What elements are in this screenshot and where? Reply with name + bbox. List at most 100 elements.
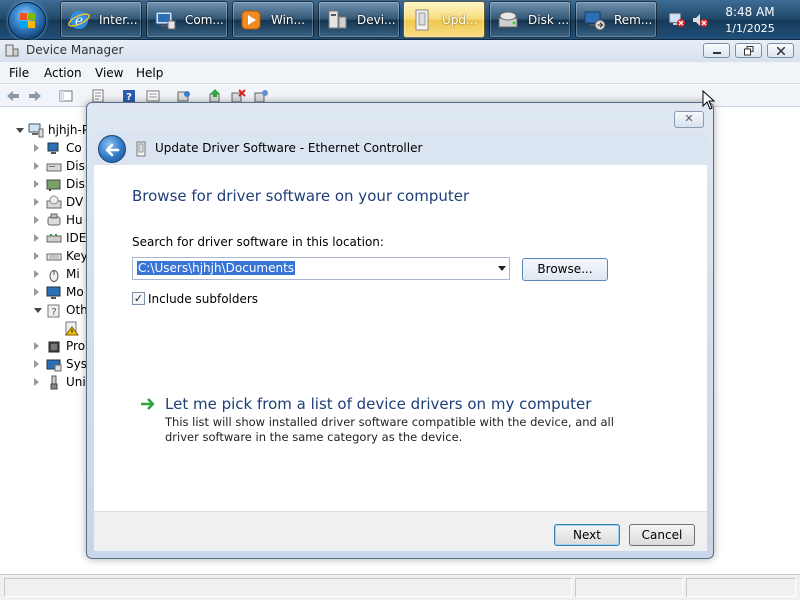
mouse-icon <box>49 270 59 282</box>
taskbar-button-computer-management[interactable]: Com... <box>146 1 228 38</box>
expand-arrow-icon[interactable] <box>34 180 39 188</box>
taskbar-button-internet-explorer[interactable]: e Inter... <box>60 1 142 38</box>
taskbar-label: Inter... <box>99 13 138 27</box>
browse-button[interactable]: Browse... <box>522 258 608 281</box>
taskbar-button-disk-management[interactable]: Disk ... <box>489 1 571 38</box>
dialog-close-button[interactable]: ✕ <box>674 111 704 128</box>
keyboard-icon <box>46 253 62 261</box>
volume-muted-icon[interactable] <box>692 12 708 28</box>
chevron-down-icon[interactable] <box>498 266 506 271</box>
collapse-arrow-icon[interactable] <box>34 308 42 317</box>
search-location-label: Search for driver software in this locat… <box>132 235 384 249</box>
green-arrow-icon[interactable] <box>140 397 156 411</box>
taskbar-button-device-manager[interactable]: Devi... <box>318 1 400 38</box>
monitor-icon <box>46 286 61 299</box>
tree-item-label: Dis <box>66 159 85 173</box>
pick-from-list-description: This list will show installed driver sof… <box>165 415 614 444</box>
internet-explorer-icon: e <box>68 11 90 29</box>
clock-date[interactable]: 1/1/2025 <box>722 22 778 35</box>
tree-item-label: Mo <box>66 285 84 299</box>
taskbar-label: Upd... <box>442 13 478 27</box>
menu-help[interactable]: Help <box>136 66 163 80</box>
device-manager-icon <box>328 10 347 29</box>
windows-logo-icon <box>20 13 36 29</box>
expand-arrow-icon[interactable] <box>34 288 39 296</box>
next-button[interactable]: Next <box>554 524 620 546</box>
unknown-device-warning-icon <box>65 321 79 336</box>
expand-arrow-icon[interactable] <box>34 162 39 170</box>
status-pane-main <box>4 578 572 597</box>
expand-arrow-icon[interactable] <box>34 198 39 206</box>
minimize-button[interactable] <box>703 43 730 58</box>
dialog-header: Update Driver Software - Ethernet Contro… <box>94 133 707 165</box>
taskbar-label: Disk ... <box>528 13 570 27</box>
network-disconnected-icon[interactable] <box>669 12 685 28</box>
tree-item-label: Dis <box>66 177 85 191</box>
dialog-title: Update Driver Software - Ethernet Contro… <box>155 141 423 155</box>
tree-item-label: Key <box>66 249 88 263</box>
other-devices-icon: ? <box>47 304 60 318</box>
update-driver-icon <box>415 9 429 31</box>
menu-bar: File Action View Help <box>0 62 800 84</box>
taskbar-button-windows-media-player[interactable]: Win... <box>232 1 314 38</box>
processor-icon <box>48 341 60 353</box>
restore-button[interactable] <box>735 43 762 58</box>
clock-time[interactable]: 8:48 AM <box>722 5 778 19</box>
status-pane-2 <box>575 578 683 597</box>
restore-icon <box>744 46 754 56</box>
taskbar-button-update-driver[interactable]: Upd... <box>403 1 485 38</box>
device-manager-icon <box>5 44 19 57</box>
usb-controller-icon <box>50 375 58 390</box>
menu-view[interactable]: View <box>95 66 123 80</box>
svg-text:?: ? <box>51 307 56 318</box>
expand-arrow-icon[interactable] <box>34 144 39 152</box>
include-subfolders-checkbox[interactable]: ✓ <box>132 292 145 305</box>
expand-arrow-icon[interactable] <box>34 378 39 386</box>
computer-icon <box>28 123 44 138</box>
include-subfolders-label[interactable]: Include subfolders <box>148 292 258 306</box>
minimize-icon <box>713 52 721 54</box>
computer-icon <box>47 142 59 154</box>
pick-from-list-link[interactable]: Let me pick from a list of device driver… <box>165 395 591 413</box>
back-icon[interactable] <box>5 88 21 104</box>
device-icon <box>136 141 146 157</box>
window-close-button[interactable] <box>767 43 794 58</box>
menu-file[interactable]: File <box>9 66 29 80</box>
back-button[interactable] <box>98 135 126 163</box>
expand-arrow-icon[interactable] <box>34 216 39 224</box>
start-button[interactable] <box>8 2 46 40</box>
menu-action[interactable]: Action <box>44 66 82 80</box>
taskbar-label: Devi... <box>357 13 396 27</box>
tree-item-label: Pro <box>66 339 86 353</box>
expand-arrow-icon[interactable] <box>34 234 39 242</box>
taskbar-label: Win... <box>271 13 305 27</box>
taskbar-button-remote-desktop[interactable]: Rem... <box>575 1 657 38</box>
expand-arrow-icon[interactable] <box>34 270 39 278</box>
tree-item-label: Co <box>66 141 82 155</box>
search-path-value[interactable]: C:\Users\hjhjh\Documents <box>137 261 296 275</box>
status-bar <box>0 574 800 600</box>
expand-arrow-icon[interactable] <box>34 252 39 260</box>
disk-drive-icon <box>46 163 62 172</box>
tree-root-label: hjhjh-P <box>48 123 90 137</box>
tree-item-label: Mi <box>66 267 80 281</box>
hid-icon <box>47 213 61 226</box>
close-icon: ✕ <box>684 112 694 125</box>
cancel-button[interactable]: Cancel <box>629 524 695 546</box>
expand-arrow-icon[interactable] <box>34 342 39 350</box>
search-path-combobox[interactable]: C:\Users\hjhjh\Documents <box>132 257 510 280</box>
update-driver-dialog: ✕ Update Driver Software - Ethernet Cont… <box>86 102 714 559</box>
dvd-drive-icon <box>46 195 62 209</box>
forward-icon[interactable] <box>27 88 43 104</box>
tree-item-label: Hu <box>66 213 83 227</box>
window-title: Device Manager <box>26 43 124 57</box>
close-icon <box>777 47 785 55</box>
tree-item-label: DV <box>66 195 84 209</box>
dialog-footer: Next Cancel <box>94 511 707 551</box>
collapse-arrow-icon[interactable] <box>16 128 24 137</box>
show-hide-tree-icon[interactable] <box>58 88 74 104</box>
status-pane-3 <box>686 578 796 597</box>
expand-arrow-icon[interactable] <box>34 360 39 368</box>
device-manager-titlebar[interactable]: Device Manager <box>0 40 800 62</box>
media-player-icon <box>241 10 261 30</box>
